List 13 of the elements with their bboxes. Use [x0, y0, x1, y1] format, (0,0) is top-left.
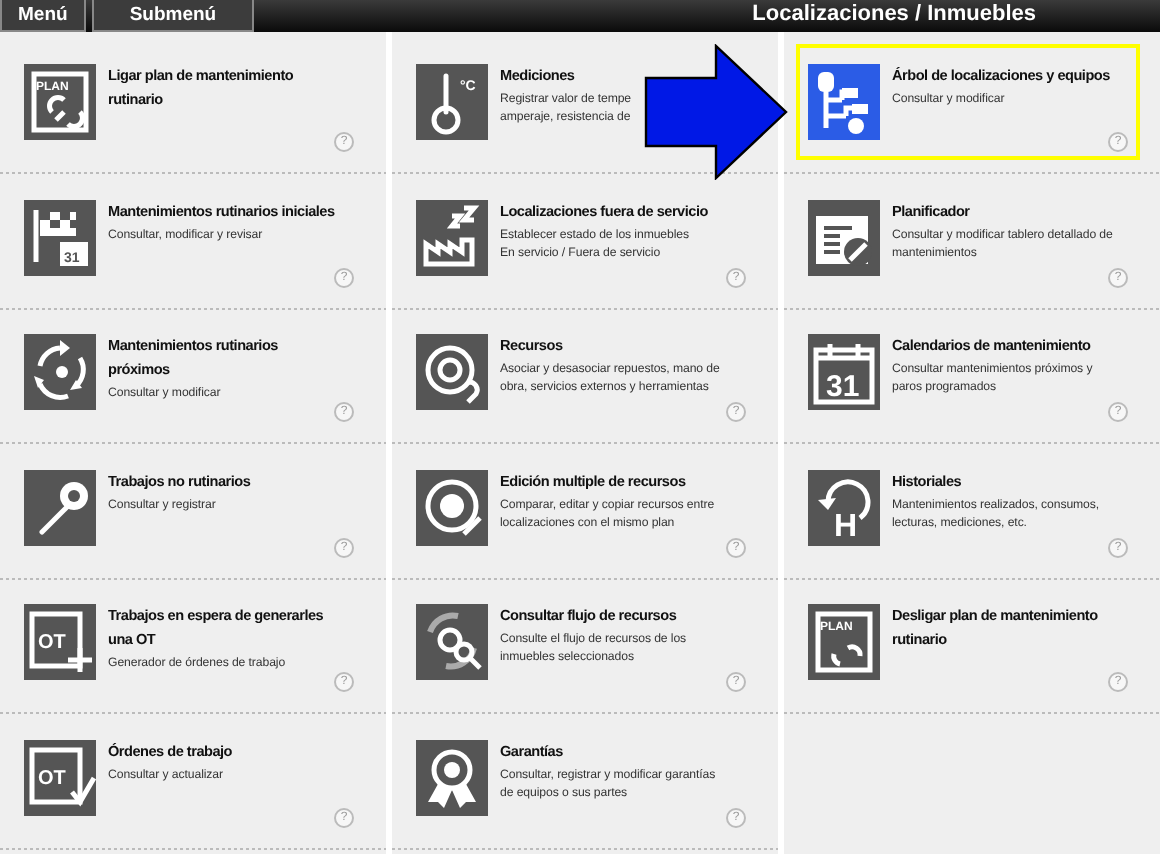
work-order-check-icon: OT — [24, 739, 96, 815]
menu-tab[interactable]: Submenú — [91, 0, 255, 32]
medal-icon — [416, 739, 488, 815]
tree-diagram-icon — [808, 64, 880, 140]
menu-tab[interactable]: Menú — [0, 0, 86, 32]
cycle-arrows-icon — [24, 334, 96, 410]
work-order-plus-icon: OT — [24, 604, 96, 680]
history-icon: H — [808, 469, 880, 545]
gear-pencil-icon — [416, 469, 488, 545]
calendar-icon: 31 — [808, 334, 880, 410]
gear-search-icon — [416, 604, 488, 680]
factory-icon — [416, 199, 488, 275]
page-title: Localizaciones / Inmuebles — [752, 0, 1038, 30]
